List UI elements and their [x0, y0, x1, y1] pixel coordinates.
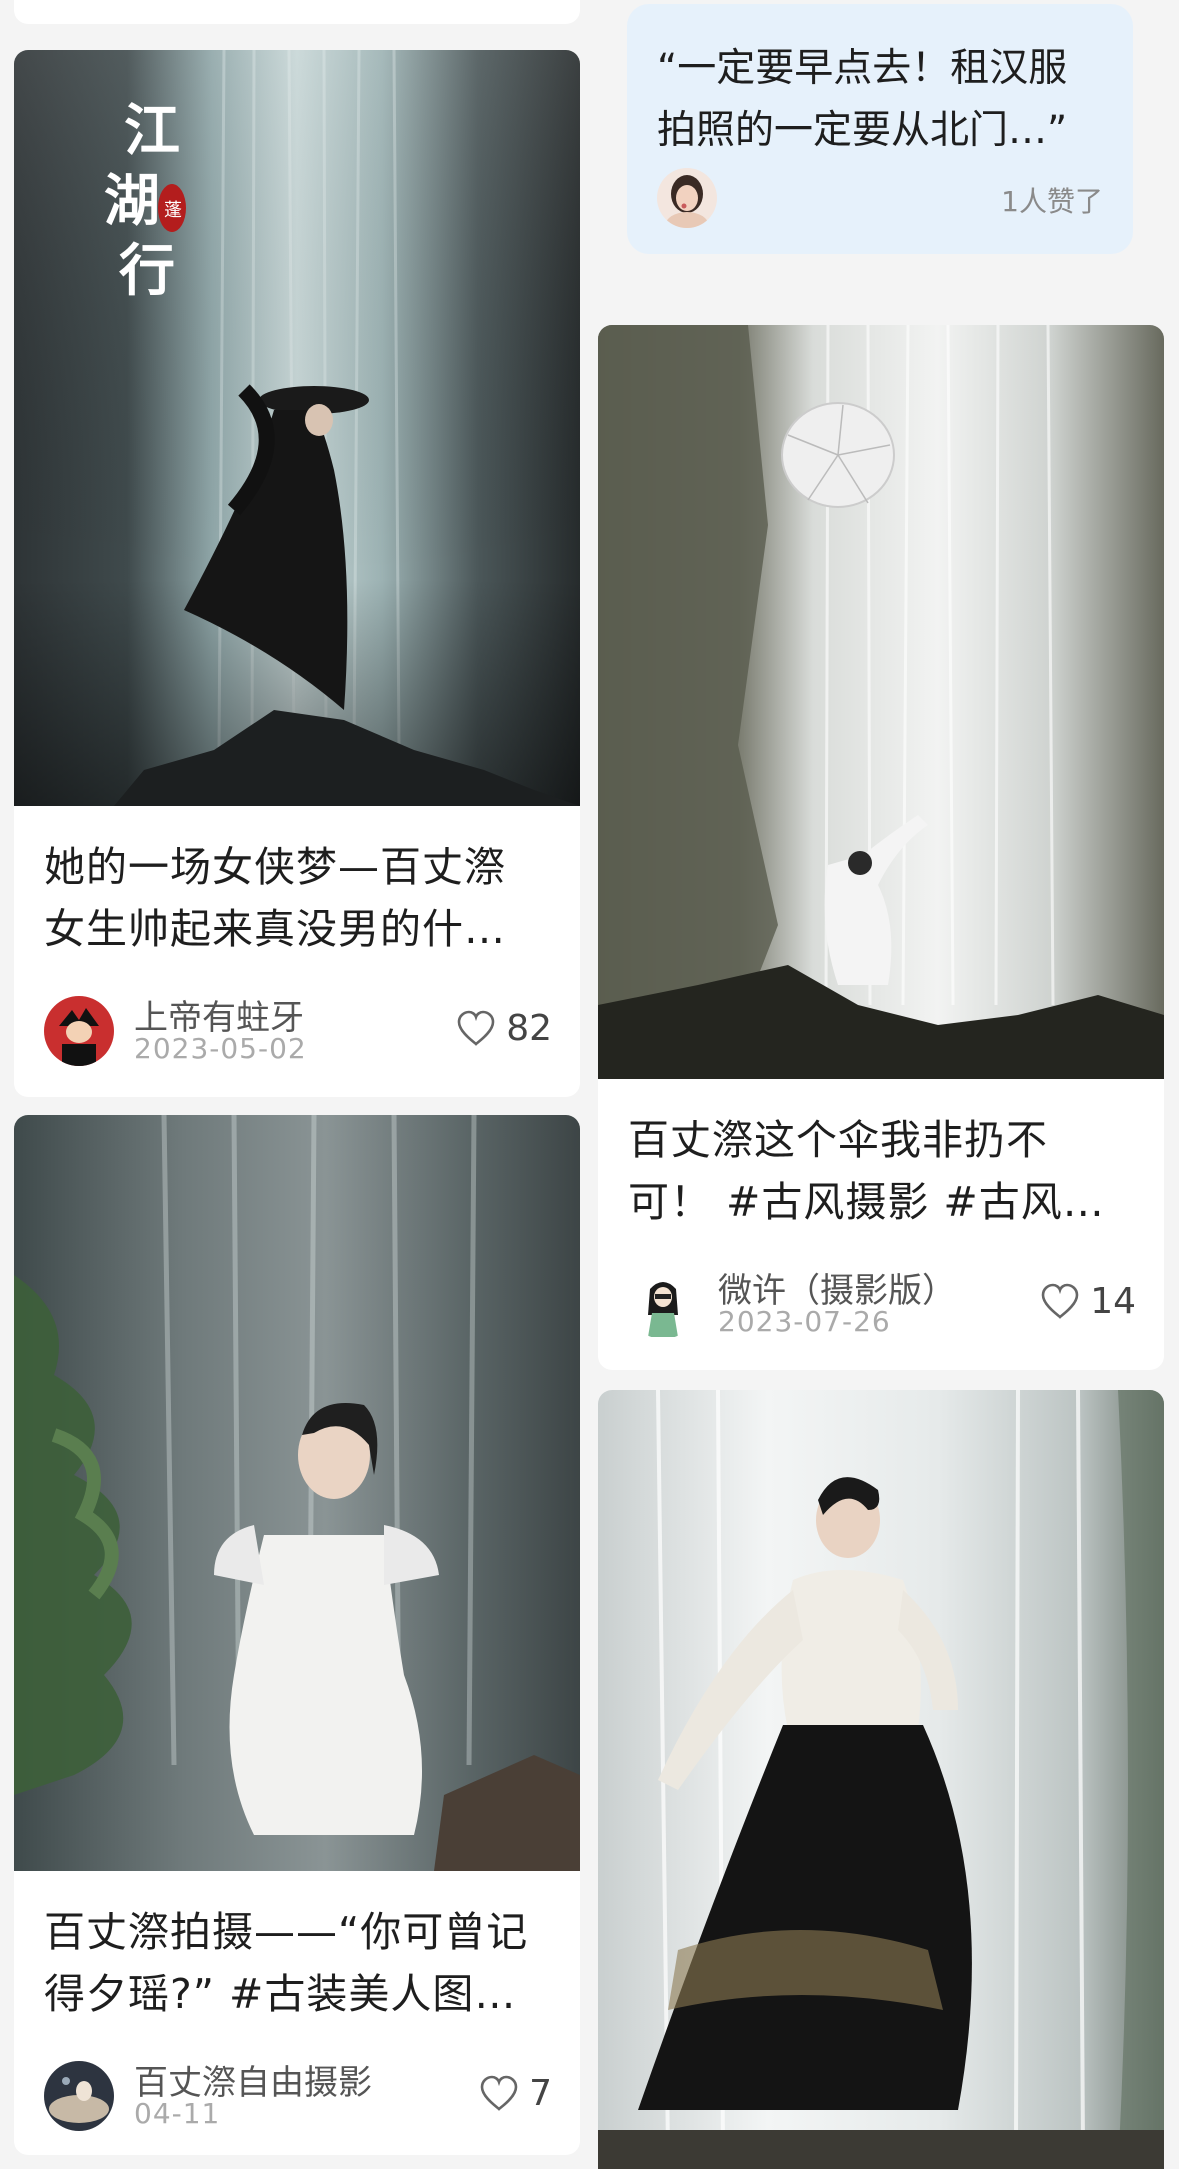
like-button[interactable]: 14	[1040, 1277, 1136, 1325]
quote-likes-text: 1人赞了	[1001, 185, 1103, 218]
post-card[interactable]: 江 湖 行 蓬 她的一场女侠梦—百丈漈 女生帅起来真没男的什… 上帝有蛀牙 20	[14, 50, 580, 1097]
prev-card-edge[interactable]	[14, 0, 580, 24]
waterfall-feed: “一定要早点去！租汉服 拍照的一定要从北门…” 1人赞了 江 湖 行 蓬 她的一…	[0, 0, 1179, 2169]
post-title-line-2: 女生帅起来真没男的什…	[44, 905, 506, 953]
post-title[interactable]: 百丈漈拍摄——“你可曾记 得夕瑶?” #古装美人图…	[44, 1901, 550, 2025]
svg-text:蓬: 蓬	[164, 200, 182, 221]
post-author-row: 微许（摄影版） 2023-07-26 14	[628, 1263, 1136, 1339]
like-button[interactable]: 7	[479, 2069, 552, 2117]
quote-text: “一定要早点去！租汉服 拍照的一定要从北门…”	[657, 38, 1113, 162]
like-count: 14	[1090, 1280, 1136, 1322]
post-date: 2023-07-26	[718, 1305, 891, 1338]
post-cover-image[interactable]	[14, 1115, 580, 1871]
post-card[interactable]	[598, 1390, 1164, 2169]
post-title-line-1: 百丈漈拍摄——“你可曾记	[44, 1908, 529, 1956]
post-title[interactable]: 百丈漈这个伞我非扔不 可！ #古风摄影 #古风…	[628, 1109, 1134, 1233]
post-author-row: 上帝有蛀牙 2023-05-02 82	[44, 990, 552, 1066]
author-avatar[interactable]	[628, 1269, 698, 1339]
post-title-line-1: 百丈漈这个伞我非扔不	[628, 1116, 1048, 1164]
heart-icon	[457, 1010, 495, 1046]
post-cover-image[interactable]	[598, 1390, 1164, 2169]
post-date: 2023-05-02	[134, 1032, 307, 1065]
quote-line-2: 拍照的一定要从北门…”	[657, 108, 1068, 153]
post-title-line-1: 她的一场女侠梦—百丈漈	[44, 843, 506, 891]
post-cover-image[interactable]	[598, 325, 1164, 1079]
commenter-avatar[interactable]	[657, 168, 717, 228]
cover-overlay-title: 江	[124, 98, 180, 164]
quote-line-1: “一定要早点去！租汉服	[657, 46, 1068, 91]
post-title-line-2: 可！ #古风摄影 #古风…	[628, 1178, 1105, 1226]
post-card[interactable]: 百丈漈这个伞我非扔不 可！ #古风摄影 #古风… 微许（摄影版） 2023-07…	[598, 325, 1164, 1370]
author-avatar[interactable]	[44, 2061, 114, 2131]
author-avatar[interactable]	[44, 996, 114, 1066]
post-title-line-2: 得夕瑶?” #古装美人图…	[44, 1970, 517, 2018]
like-button[interactable]: 82	[456, 1004, 552, 1052]
post-date: 04-11	[134, 2097, 221, 2130]
post-card[interactable]: 百丈漈拍摄——“你可曾记 得夕瑶?” #古装美人图… 百丈漈自由摄影 04-11…	[14, 1115, 580, 2155]
heart-icon	[1041, 1283, 1079, 1319]
svg-text:湖: 湖	[104, 168, 160, 234]
post-author-row: 百丈漈自由摄影 04-11 7	[44, 2055, 552, 2131]
post-title[interactable]: 她的一场女侠梦—百丈漈 女生帅起来真没男的什…	[44, 836, 550, 960]
comment-quote-card[interactable]: “一定要早点去！租汉服 拍照的一定要从北门…” 1人赞了	[627, 4, 1133, 254]
like-count: 7	[529, 2072, 552, 2114]
svg-text:行: 行	[119, 238, 175, 304]
post-cover-image[interactable]: 江 湖 行 蓬	[14, 50, 580, 806]
like-count: 82	[506, 1007, 552, 1049]
heart-icon	[480, 2075, 518, 2111]
